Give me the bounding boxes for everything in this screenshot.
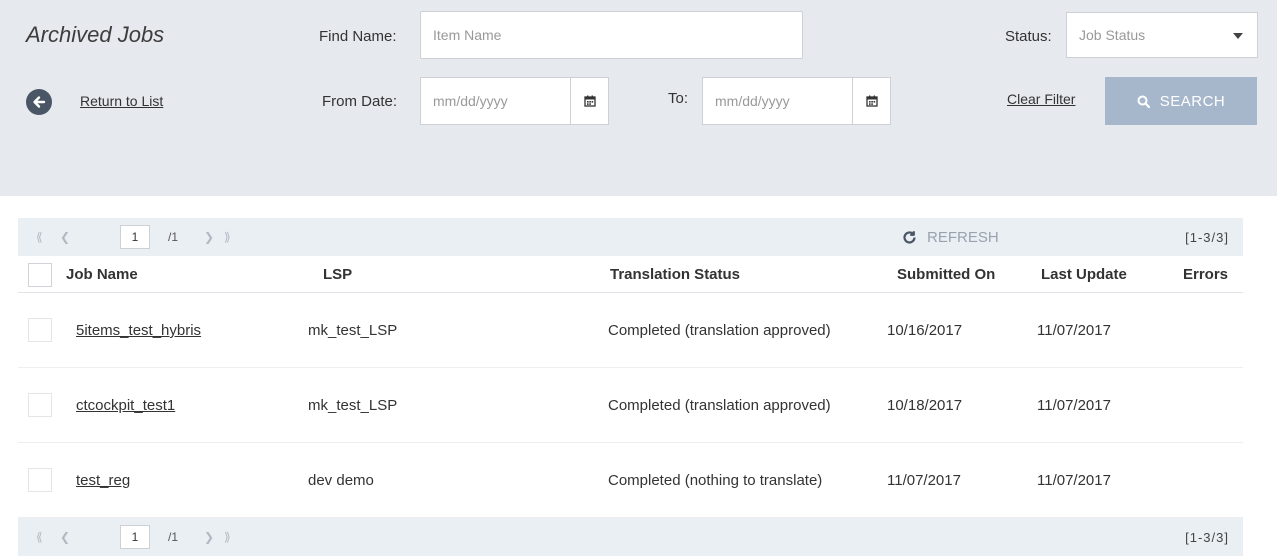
calendar-icon[interactable] <box>852 78 890 124</box>
col-translation-status[interactable]: Translation Status <box>610 256 740 293</box>
col-errors[interactable]: Errors <box>1183 256 1228 293</box>
caret-down-icon <box>1233 33 1243 39</box>
filter-panel: Archived Jobs Find Name: Item Name Statu… <box>0 0 1277 196</box>
select-all-checkbox[interactable] <box>28 263 52 287</box>
submitted-on-cell: 11/07/2017 <box>887 472 961 489</box>
last-update-cell: 11/07/2017 <box>1037 397 1111 414</box>
return-to-list-link[interactable]: Return to List <box>80 93 163 109</box>
refresh-icon <box>903 230 916 244</box>
submitted-on-cell: 10/16/2017 <box>887 322 963 339</box>
last-update-cell: 11/07/2017 <box>1037 322 1111 339</box>
lsp-cell: dev demo <box>308 472 374 489</box>
last-page-icon[interactable]: ⟫ <box>224 518 231 556</box>
table-row: test_reg dev demo Completed (nothing to … <box>18 443 1243 518</box>
col-job-name[interactable]: Job Name <box>66 256 138 293</box>
from-date-field[interactable]: mm/dd/yyyy <box>420 77 609 125</box>
table-row: ctcockpit_test1 mk_test_LSP Completed (t… <box>18 368 1243 443</box>
translation-status-cell: Completed (translation approved) <box>608 322 831 339</box>
row-checkbox[interactable] <box>28 393 52 417</box>
to-date-field[interactable]: mm/dd/yyyy <box>702 77 891 125</box>
from-date-label: From Date: <box>322 93 398 110</box>
submitted-on-cell: 10/18/2017 <box>887 397 963 414</box>
page-total: /1 <box>168 530 179 544</box>
col-lsp[interactable]: LSP <box>323 256 352 293</box>
result-range: [1-3/3] <box>1185 229 1229 245</box>
refresh-label: REFRESH <box>927 228 999 246</box>
status-select[interactable]: Job Status <box>1066 12 1258 58</box>
page-number-input[interactable]: 1 <box>120 525 150 549</box>
first-page-icon[interactable]: ⟪ <box>36 518 43 556</box>
find-name-label: Find Name: <box>319 28 397 45</box>
status-select-value: Job Status <box>1079 27 1146 43</box>
search-icon <box>1137 95 1150 108</box>
page-title: Archived Jobs <box>26 22 165 47</box>
calendar-icon[interactable] <box>570 78 608 124</box>
clear-filter-link[interactable]: Clear Filter <box>1007 91 1075 107</box>
row-checkbox[interactable] <box>28 468 52 492</box>
lsp-cell: mk_test_LSP <box>308 322 398 339</box>
next-page-icon[interactable]: ❯ <box>204 218 214 256</box>
pager-top: ⟪ ❮ 1 /1 ❯ ⟫ REFRESH [1-3/3] <box>18 218 1243 256</box>
to-date-input[interactable]: mm/dd/yyyy <box>703 78 852 124</box>
last-update-cell: 11/07/2017 <box>1037 472 1111 489</box>
to-date-label: To: <box>668 90 689 107</box>
translation-status-cell: Completed (nothing to translate) <box>608 472 823 489</box>
search-button[interactable]: SEARCH <box>1105 77 1257 125</box>
last-page-icon[interactable]: ⟫ <box>224 218 231 256</box>
find-name-input[interactable]: Item Name <box>420 11 803 59</box>
job-name-link[interactable]: ctcockpit_test1 <box>76 368 175 443</box>
job-name-link[interactable]: test_reg <box>76 443 130 518</box>
result-range: [1-3/3] <box>1185 529 1229 545</box>
next-page-icon[interactable]: ❯ <box>204 518 214 556</box>
prev-page-icon[interactable]: ❮ <box>60 518 70 556</box>
col-last-update[interactable]: Last Update <box>1041 256 1127 293</box>
table-row: 5items_test_hybris mk_test_LSP Completed… <box>18 293 1243 368</box>
col-submitted-on[interactable]: Submitted On <box>897 256 995 293</box>
search-button-label: SEARCH <box>1159 92 1226 110</box>
lsp-cell: mk_test_LSP <box>308 397 398 414</box>
table-header: Job Name LSP Translation Status Submitte… <box>18 256 1243 293</box>
prev-page-icon[interactable]: ❮ <box>60 218 70 256</box>
back-arrow-icon[interactable] <box>26 89 52 115</box>
page-number-input[interactable]: 1 <box>120 225 150 249</box>
from-date-input[interactable]: mm/dd/yyyy <box>421 78 570 124</box>
pager-bottom: ⟪ ❮ 1 /1 ❯ ⟫ [1-3/3] <box>18 518 1243 556</box>
job-name-link[interactable]: 5items_test_hybris <box>76 293 201 368</box>
refresh-button[interactable]: REFRESH <box>902 218 999 256</box>
status-label: Status: <box>1005 28 1052 45</box>
first-page-icon[interactable]: ⟪ <box>36 218 43 256</box>
page-total: /1 <box>168 230 179 244</box>
row-checkbox[interactable] <box>28 318 52 342</box>
translation-status-cell: Completed (translation approved) <box>608 397 831 414</box>
